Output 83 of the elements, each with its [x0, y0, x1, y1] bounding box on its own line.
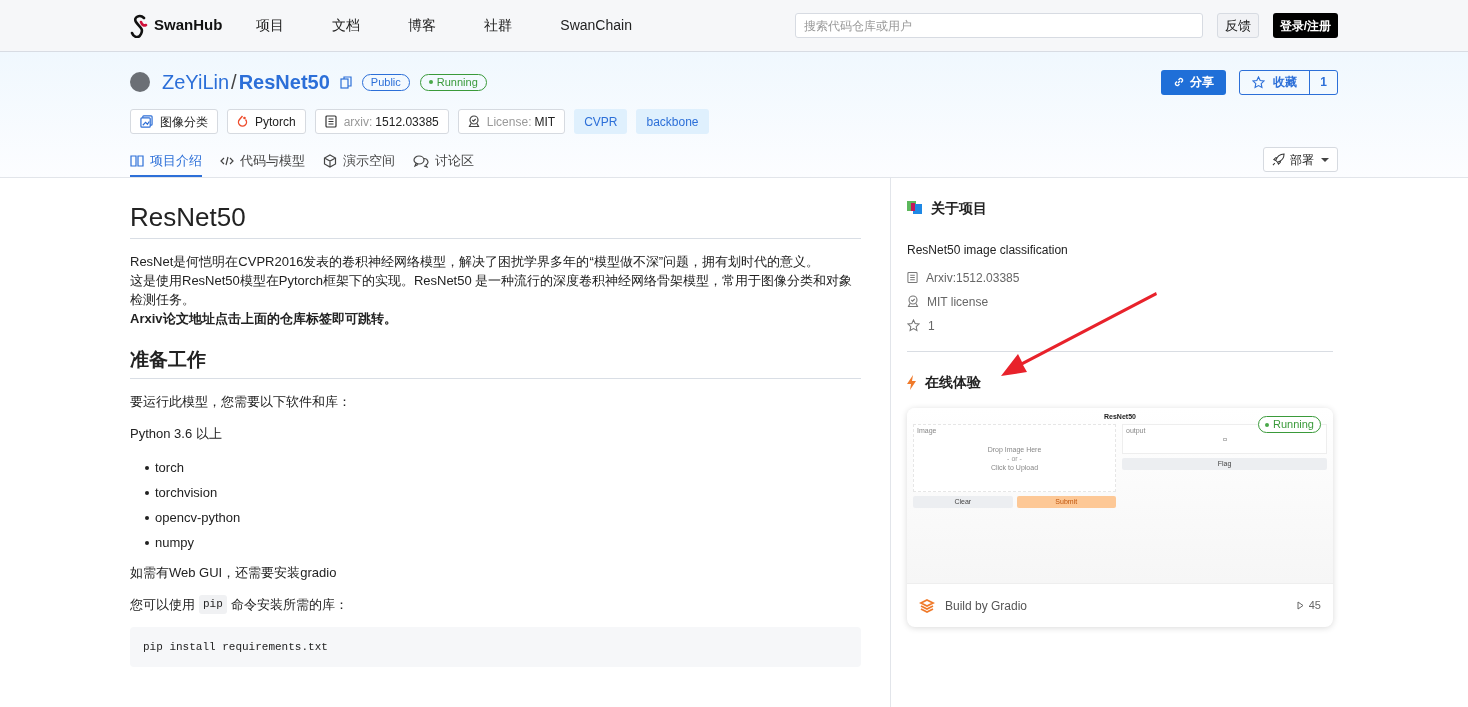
readme-paragraph: 要运行此模型，您需要以下软件和库：	[130, 393, 352, 411]
layers-icon	[919, 598, 935, 613]
bullet-icon	[145, 490, 149, 495]
builder-label: Build by Gradio	[945, 597, 1028, 615]
topic-tag[interactable]: CVPR	[574, 109, 628, 134]
about-fact: 1	[928, 317, 935, 335]
stacked-squares-icon	[907, 201, 923, 216]
nav-link[interactable]: 项目	[244, 15, 297, 36]
book-icon	[130, 153, 144, 168]
login-button[interactable]: 登录/注册	[1272, 13, 1338, 38]
list-item: torchvision	[155, 484, 218, 502]
copy-icon[interactable]	[339, 75, 352, 89]
document-icon	[324, 115, 337, 128]
tab[interactable]: 演示空间	[323, 146, 395, 177]
share-button[interactable]: 分享	[1161, 69, 1226, 95]
feedback-button[interactable]: 反馈	[1216, 13, 1259, 38]
repo-tag[interactable]: 图像分类	[130, 109, 218, 134]
repo-tag[interactable]: Pytorch	[227, 109, 306, 134]
image-placeholder-icon	[1222, 437, 1227, 441]
readme-paragraph: 如需有Web GUI，还需要安装gradio	[130, 564, 338, 582]
deploy-button[interactable]: 部署	[1263, 147, 1338, 172]
nav-link[interactable]: 社群	[472, 15, 525, 36]
rocket-icon	[1272, 153, 1285, 166]
favorite-count: 1	[1319, 74, 1328, 91]
badge-icon	[467, 115, 480, 128]
repo-tag[interactable]: arxiv: 1512.03385	[314, 109, 449, 134]
play-count: 45	[1308, 598, 1321, 614]
tag-label: License:	[486, 113, 532, 131]
readme-title: ResNet50	[130, 200, 861, 239]
about-title: 关于项目	[931, 199, 987, 218]
repo-name-link[interactable]: ResNet50	[238, 67, 330, 97]
tag-value: Pytorch	[255, 113, 296, 131]
readme-paragraph: Python 3.6 以上	[130, 425, 223, 443]
running-badge: Running	[1258, 416, 1321, 433]
star-icon	[1252, 75, 1265, 89]
caret-icon	[1321, 157, 1329, 162]
swan-logo-icon	[130, 13, 150, 38]
inline-code: pip	[199, 595, 227, 614]
badge-icon	[907, 295, 919, 308]
list-item: torch	[155, 459, 184, 477]
list-item: numpy	[155, 534, 195, 552]
flame-icon	[237, 115, 248, 128]
search-field[interactable]: 搜索代码仓库或用户	[794, 13, 1203, 38]
play-icon	[1296, 601, 1304, 610]
tab[interactable]: 代码与模型	[220, 146, 305, 177]
star-icon	[907, 319, 920, 332]
cube-icon	[323, 153, 337, 168]
topic-tag[interactable]: backbone	[636, 109, 709, 134]
bullet-icon	[145, 540, 149, 545]
brand-name: SwanHub	[154, 15, 223, 36]
readme-paragraph: ResNet是何恺明在CVPR2016发表的卷积神经网络模型，解决了困扰学界多年的“模型做不深”问题，拥有划时代的意义。	[130, 253, 821, 271]
document-icon	[907, 271, 918, 284]
tab[interactable]: 讨论区	[413, 146, 474, 177]
readme-paragraph: 这是使用ResNet50模型在Pytorch框架下的实现。ResNet50 是一种流行的深度卷积神经网络骨架模型，常用于图像分类和对象检测任务。	[130, 272, 854, 309]
path-separator: /	[231, 70, 237, 95]
tag-value: MIT	[534, 113, 556, 131]
tab[interactable]: 项目介绍	[130, 146, 202, 177]
about-fact: MIT license	[927, 293, 989, 311]
tag-label: arxiv:	[343, 113, 373, 131]
tag-value: 1512.03385	[375, 113, 439, 131]
nav-link[interactable]: 文档	[320, 15, 373, 36]
readme-text: 您可以使用	[130, 596, 195, 614]
tag-value: 图像分类	[160, 113, 208, 131]
bullet-icon	[145, 465, 149, 470]
demo-title: 在线体验	[925, 373, 981, 392]
readme-note: Arxiv论文地址点击上面的仓库标签即可跳转。	[130, 310, 398, 328]
code-block: pip install requirements.txt	[130, 627, 861, 667]
bullet-icon	[145, 515, 149, 520]
about-fact: Arxiv:1512.03385	[926, 269, 1020, 287]
repo-tag[interactable]: License: MIT	[457, 109, 566, 134]
image-icon	[140, 115, 153, 128]
readme-text: 命令安装所需的库：	[230, 596, 348, 614]
section-heading: 准备工作	[130, 346, 861, 379]
lightning-icon	[907, 375, 916, 390]
owner-link[interactable]: ZeYiLin	[162, 67, 230, 97]
project-description: ResNet50 image classification	[907, 242, 1069, 259]
chat-icon	[413, 153, 429, 168]
nav-link[interactable]: SwanChain	[548, 15, 644, 36]
list-item: opencv-python	[155, 509, 241, 527]
avatar	[130, 72, 150, 92]
link-icon	[1173, 76, 1185, 88]
favorite-button[interactable]: 收藏	[1240, 70, 1310, 94]
nav-link[interactable]: 博客	[396, 15, 449, 36]
